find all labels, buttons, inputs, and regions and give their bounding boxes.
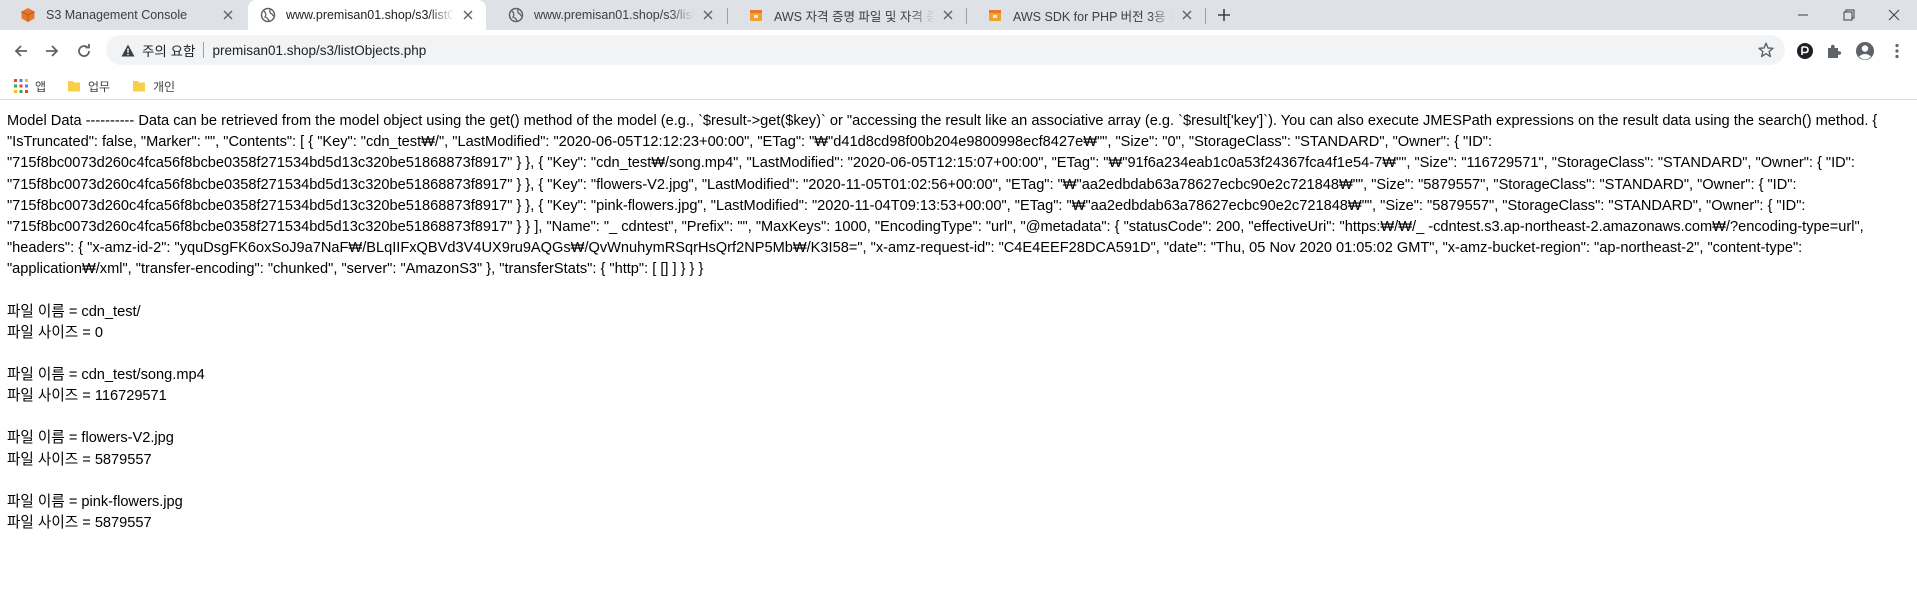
plus-icon	[1218, 9, 1230, 21]
close-icon[interactable]	[940, 7, 956, 23]
file-entry: 파일 이름 = flowers-V2.jpg 파일 사이즈 = 5879557	[7, 428, 1910, 470]
address-divider	[203, 42, 205, 58]
bookmark-label: 앱	[35, 79, 47, 94]
tab-list-buckets[interactable]: www.premisan01.shop/s3/listBuckets.php	[488, 0, 726, 30]
account-avatar-icon	[1856, 42, 1874, 60]
file-size-line: 파일 사이즈 = 5879557	[7, 451, 152, 468]
file-size-line: 파일 사이즈 = 0	[7, 324, 103, 341]
minimize-icon	[1798, 14, 1808, 16]
bookmarks-bar: 앱 업무 개인	[0, 72, 1917, 100]
url-text[interactable]: premisan01.shop/s3/listObjects.php	[212, 43, 426, 58]
extensions-button[interactable]	[1822, 39, 1846, 63]
file-name-line: 파일 이름 = pink-flowers.jpg	[7, 493, 183, 510]
tab-title: www.premisan01.shop/s3/listObjects.php	[286, 8, 454, 22]
aws-box-icon	[987, 7, 1003, 23]
bookmark-label: 개인	[153, 79, 176, 94]
bookmark-apps[interactable]: 앱	[13, 78, 46, 94]
tab-strip: S3 Management Console www.premisan01.sho…	[0, 0, 1917, 30]
tab-title: www.premisan01.shop/s3/listBuckets.php	[534, 8, 694, 22]
file-size-line: 파일 사이즈 = 5879557	[7, 515, 152, 532]
globe-icon	[508, 7, 524, 23]
file-entry: 파일 이름 = cdn_test/ 파일 사이즈 = 0	[7, 302, 1910, 344]
tab-separator	[1205, 8, 1206, 24]
file-entry: 파일 이름 = pink-flowers.jpg 파일 사이즈 = 587955…	[7, 492, 1910, 534]
extension-dashlane-button[interactable]	[1793, 39, 1817, 63]
apps-grid-icon	[13, 78, 29, 94]
file-name-line: 파일 이름 = flowers-V2.jpg	[7, 430, 174, 447]
folder-icon	[66, 78, 82, 94]
close-icon[interactable]	[220, 7, 236, 23]
tab-s3-console[interactable]: S3 Management Console	[0, 0, 246, 30]
extension-logo-icon	[1797, 43, 1813, 59]
tab-list-objects[interactable]: www.premisan01.shop/s3/listObjects.php	[248, 0, 486, 30]
arrow-left-icon	[14, 45, 27, 57]
tab-title: AWS 자격 증명 파일 및 자격 증명	[774, 9, 934, 24]
tab-aws-sdk-php[interactable]: AWS SDK for PHP 버전 3용 자격	[967, 0, 1205, 30]
restore-icon	[1843, 9, 1855, 21]
browser-toolbar: 주의 요함 premisan01.shop/s3/listObjects.php	[0, 30, 1917, 72]
minimize-button[interactable]	[1780, 0, 1826, 30]
arrow-right-icon	[46, 45, 59, 57]
address-bar[interactable]: 주의 요함 premisan01.shop/s3/listObjects.php	[106, 35, 1785, 65]
tab-aws-credentials[interactable]: AWS 자격 증명 파일 및 자격 증명	[728, 0, 966, 30]
more-vertical-icon	[1895, 43, 1899, 59]
reload-button[interactable]	[72, 39, 96, 63]
bookmark-star-icon[interactable]	[1757, 41, 1775, 59]
file-name-line: 파일 이름 = cdn_test/	[7, 303, 141, 320]
file-size-line: 파일 사이즈 = 116729571	[7, 388, 167, 405]
puzzle-piece-icon	[1828, 44, 1842, 58]
globe-icon	[260, 7, 276, 23]
close-icon[interactable]	[460, 7, 476, 23]
back-button[interactable]	[9, 39, 33, 63]
close-icon[interactable]	[700, 7, 716, 23]
restore-button[interactable]	[1826, 0, 1872, 30]
page-content: Model Data ---------- Data can be retrie…	[7, 111, 1910, 534]
close-window-button[interactable]	[1871, 0, 1917, 30]
file-entry: 파일 이름 = cdn_test/song.mp4 파일 사이즈 = 11672…	[7, 365, 1910, 407]
file-name-line: 파일 이름 = cdn_test/song.mp4	[7, 367, 205, 384]
aws-orange-cube-icon	[20, 7, 36, 23]
forward-button[interactable]	[40, 39, 64, 63]
bookmark-folder-personal[interactable]: 개인	[131, 78, 175, 94]
tab-title: AWS SDK for PHP 버전 3용 자격	[1013, 9, 1173, 24]
close-icon[interactable]	[1179, 7, 1195, 23]
bookmark-folder-work[interactable]: 업무	[66, 78, 110, 94]
model-data-dump: Model Data ---------- Data can be retrie…	[7, 113, 1878, 278]
new-tab-button[interactable]	[1214, 5, 1234, 25]
warning-triangle-icon[interactable]	[120, 42, 136, 58]
browser-menu-button[interactable]	[1885, 39, 1909, 63]
close-icon	[1888, 9, 1900, 21]
tab-title: S3 Management Console	[46, 8, 188, 22]
bookmark-label: 업무	[88, 79, 111, 94]
aws-box-icon	[748, 7, 764, 23]
profile-button[interactable]	[1853, 39, 1877, 63]
folder-icon	[131, 78, 147, 94]
reload-icon	[78, 44, 90, 57]
security-status-label[interactable]: 주의 요함	[142, 40, 195, 60]
